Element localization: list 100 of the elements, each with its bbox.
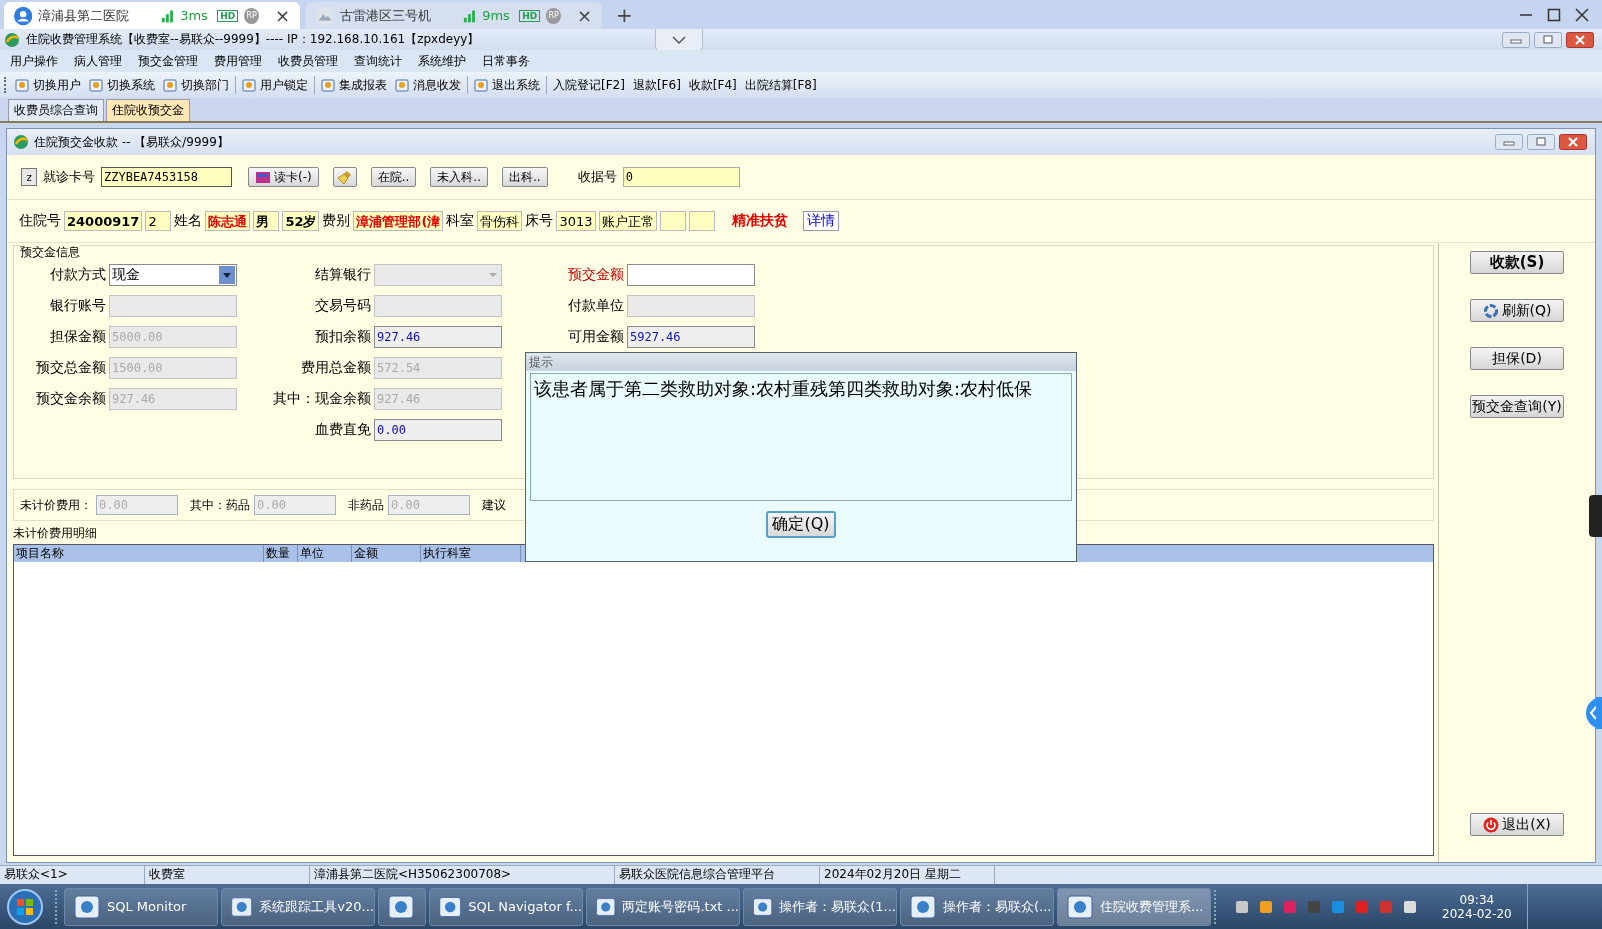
close-tab-button[interactable]: × [576,5,592,26]
connection-tab[interactable]: 漳浦县第二医院 3ms HD RP × [4,2,300,29]
toolbar-button[interactable]: 退出系统 [472,76,542,94]
menu-item[interactable]: 系统维护 [418,52,466,70]
connection-tab[interactable]: 古雷港区三号机 9ms HD RP × [306,2,602,29]
read-card-button[interactable]: 读卡(-) [248,167,319,187]
column-header[interactable]: 金额 [352,545,421,562]
side-handle[interactable] [1589,495,1602,537]
card-number-field[interactable]: ZZYBEA7453158 [101,167,232,187]
app-logo-icon [4,31,20,48]
close-icon[interactable] [1559,134,1587,150]
toolbar-button[interactable]: 入院登记[F2] [551,76,627,94]
toolbar-button[interactable]: 切换系统 [87,76,157,94]
dropdown-field[interactable]: 现金 [109,264,237,286]
start-orb-icon[interactable] [6,887,44,926]
toolbar-button[interactable]: 出院结算[F8] [742,76,819,94]
input-field[interactable]: 927.46 [374,326,502,348]
app-icon [1066,892,1094,921]
minimize-icon[interactable] [1502,31,1530,48]
app-icon [73,892,101,921]
side-button[interactable]: 担保(D) [1470,347,1564,370]
taskbar-button[interactable] [378,887,426,926]
toolbar-button[interactable]: 用户锁定 [240,76,310,94]
signal-icon [161,8,175,23]
input-field[interactable]: 5927.46 [627,326,755,348]
details-link[interactable]: 详情 [802,211,839,231]
menu-item[interactable]: 病人管理 [74,52,122,70]
taskbar-button[interactable]: 两定账号密码.txt ... [586,887,740,926]
action-button[interactable]: 出科.. [502,167,548,187]
clear-button[interactable] [332,167,357,187]
toolbar-icon [163,77,178,93]
close-icon[interactable] [1566,31,1594,48]
action-button[interactable]: 在院.. [370,167,417,187]
menu-item[interactable]: 用户操作 [10,52,58,70]
field-label: 床号 [525,212,554,230]
user-icon [14,5,33,26]
menu-item[interactable]: 查询统计 [354,52,402,70]
tab-badge: RP [546,7,561,24]
ok-button[interactable]: 确定(Q) [766,511,836,538]
poverty-alert-text: 精准扶贫 [731,212,788,230]
latency-text: 9ms [482,8,511,23]
exit-button[interactable]: 退出(X) [1470,813,1564,836]
toolbar-button[interactable]: 切换部门 [161,76,231,94]
action-button[interactable]: 未入科.. [430,167,488,187]
info-field: 24000917 [64,211,143,231]
menu-item[interactable]: 费用管理 [214,52,262,70]
side-button[interactable]: 收款(S) [1470,251,1564,274]
info-field [659,211,686,231]
field-label: 银行账号 [49,297,106,315]
clock-time: 09:34 [1459,892,1495,907]
close-tab-button[interactable]: × [274,5,290,26]
receipt-number-field[interactable]: 0 [622,167,740,187]
window-title: 住院收费管理系统【收费室--易联众--9999】---- IP：192.168.10.161【zpxdeyy】 [26,31,480,48]
field-label: 付款方式 [49,266,106,284]
column-header[interactable]: 单位 [298,545,352,562]
minimize-icon[interactable] [1495,134,1523,150]
side-button[interactable]: 预交金查询(Y) [1470,395,1564,418]
app-icon [909,892,937,921]
maximize-icon[interactable] [1546,6,1562,23]
taskbar-button[interactable]: 系统跟踪工具v20... [221,887,375,926]
taskbar-button[interactable]: 操作者：易联众(1... [743,887,897,926]
taskbar-button[interactable]: SQL Monitor [64,887,218,926]
document-tab[interactable]: 收费员综合查询 [8,99,104,121]
toolbar-button[interactable]: 集成报表 [319,76,389,94]
tray-icon [1331,899,1345,914]
toolbar-button[interactable]: 消息收发 [393,76,463,94]
toolbar-button[interactable]: 切换用户 [13,76,83,94]
tray-icon [1283,899,1297,914]
column-header[interactable]: 执行科室 [421,545,521,562]
info-field: 52岁 [282,211,320,231]
field-label: 其中：现金余额 [272,390,371,408]
new-tab-button[interactable]: + [608,2,641,27]
field-label: 住院号 [19,212,61,230]
column-header[interactable]: 数量 [264,545,298,562]
menu-item[interactable]: 日常事务 [482,52,530,70]
toolbar-button[interactable]: 收款[F4] [686,76,739,94]
side-button[interactable]: 刷新(Q) [1470,299,1564,322]
restore-icon[interactable] [1534,31,1562,48]
column-header[interactable]: 项目名称 [14,545,264,562]
toolbar-button[interactable]: 退款[F6] [630,76,683,94]
z-button[interactable]: z [21,168,37,186]
tab-badge: RP [244,7,259,24]
taskbar-button[interactable]: SQL Navigator f... [429,887,583,926]
taskbar-button[interactable]: 操作者：易联众(... [900,887,1054,926]
broom-icon [336,169,353,185]
document-tab[interactable]: 住院收预交金 [106,99,190,121]
field-label: 血费直免 [314,421,371,439]
tray-icon [1355,899,1369,914]
close-icon[interactable] [1574,6,1590,23]
collapse-button[interactable] [655,29,704,52]
toolbar-icon [15,77,30,93]
section-title: 未计价费用明细 [13,525,97,542]
field-label: 预交金余额 [35,390,106,408]
field-label: 可用金额 [567,328,624,346]
menu-item[interactable]: 预交金管理 [138,52,198,70]
input-field[interactable]: 0.00 [374,419,502,441]
input-field[interactable] [627,264,755,286]
field-label: 费别 [322,212,351,230]
menu-item[interactable]: 收费员管理 [278,52,338,70]
restore-icon[interactable] [1527,134,1555,150]
